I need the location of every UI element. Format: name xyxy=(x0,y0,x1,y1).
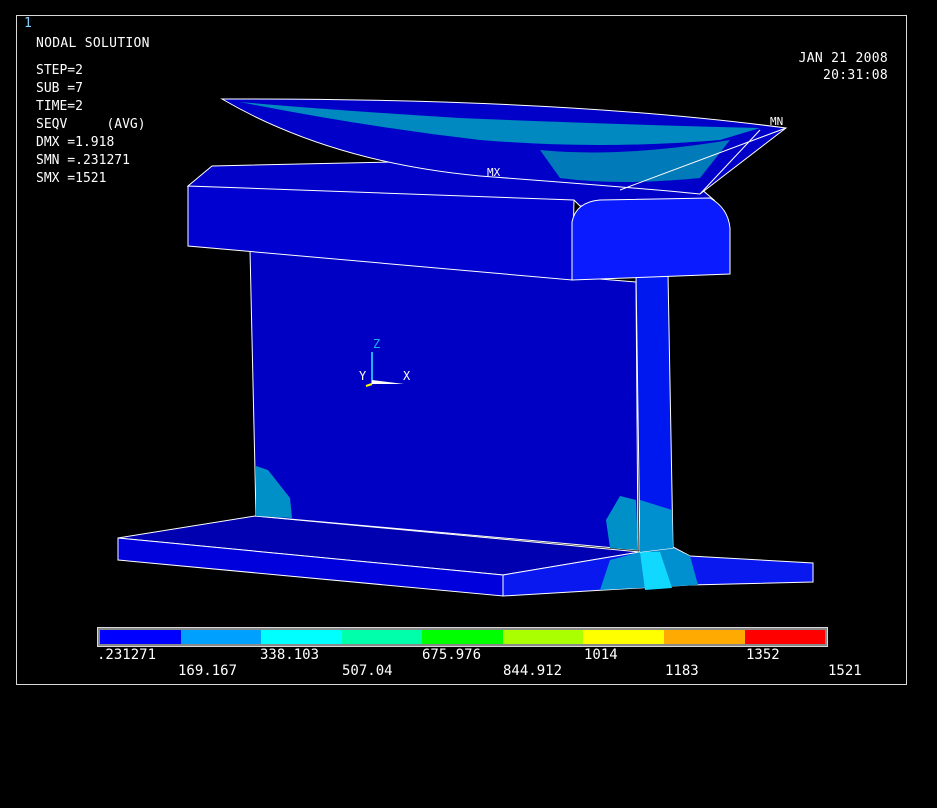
axis-y-label: Y xyxy=(359,369,367,383)
axis-x-label: X xyxy=(403,369,411,383)
legend-band-9 xyxy=(744,630,826,644)
rail-model-view: MN MX Z Y X xyxy=(117,98,814,597)
legend-band-5 xyxy=(422,630,503,644)
axis-z-label: Z xyxy=(373,337,380,351)
legend-band-2 xyxy=(180,630,262,644)
rail-web-face xyxy=(249,249,639,551)
min-marker: MN xyxy=(770,115,783,128)
legend-label-8: 1352 xyxy=(746,647,780,663)
legend-label-4: 675.976 xyxy=(422,647,482,663)
legend-label-7: 1183 xyxy=(665,663,699,679)
max-marker: MX xyxy=(487,166,501,179)
legend-label-1: 169.167 xyxy=(178,663,238,679)
legend-band-7 xyxy=(583,630,664,644)
legend-band-4 xyxy=(341,630,423,644)
legend-label-9: 1521 xyxy=(828,663,862,679)
legend-band-6 xyxy=(502,630,584,644)
legend-band-8 xyxy=(663,630,745,644)
legend-band-1 xyxy=(100,630,181,644)
legend-label-2: 338.103 xyxy=(260,647,320,663)
legend-label-3: 507.04 xyxy=(342,663,393,679)
legend-label-5: 844.912 xyxy=(503,663,563,679)
rail-head-end xyxy=(571,197,731,281)
contour-legend-bar xyxy=(97,627,828,647)
legend-band-3 xyxy=(261,630,342,644)
legend-label-6: 1014 xyxy=(584,647,618,663)
legend-label-0: .231271 xyxy=(97,647,157,663)
